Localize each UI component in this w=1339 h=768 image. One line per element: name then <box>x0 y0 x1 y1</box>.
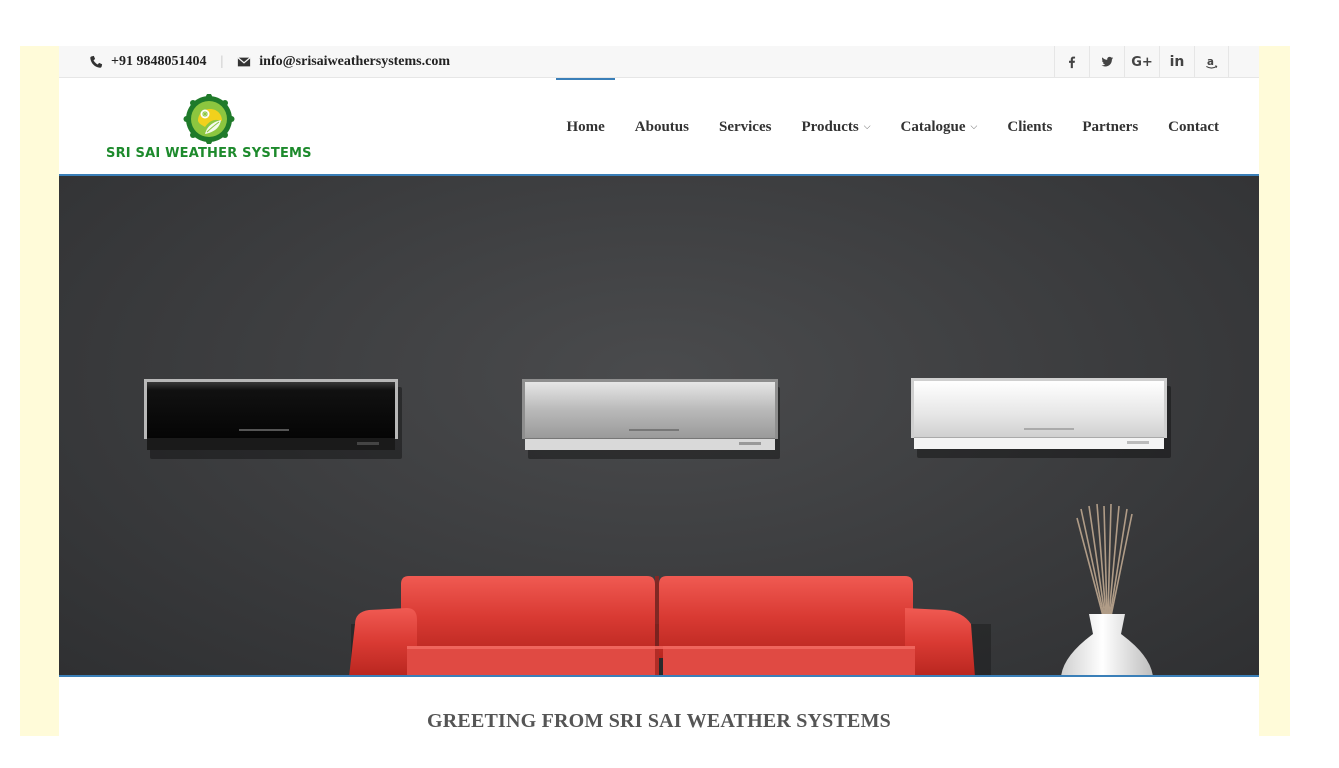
hero-illustration <box>144 378 1171 675</box>
twitter-icon[interactable] <box>1089 46 1124 78</box>
greeting-heading: GREETING FROM SRI SAI WEATHER SYSTEMS <box>427 710 891 732</box>
linkedin-icon[interactable]: in <box>1159 46 1194 78</box>
red-sofa <box>349 576 991 675</box>
black-ac-unit <box>144 379 402 459</box>
site-header: SRI SAI WEATHER SYSTEMS Home Aboutus Ser… <box>59 78 1259 176</box>
nav-label: Partners <box>1082 118 1139 135</box>
nav-item-partners[interactable]: Partners <box>1082 78 1138 176</box>
phone-number[interactable]: +91 9848051404 <box>111 54 206 70</box>
nav-label: Home <box>566 118 605 135</box>
nav-label: Contact <box>1168 118 1219 135</box>
chevron-down-icon: ⌵ <box>863 122 871 132</box>
hero-banner <box>59 176 1259 677</box>
svg-text:a: a <box>1207 55 1214 67</box>
brand-name: SRI SAI WEATHER SYSTEMS <box>106 146 312 161</box>
social-links: G+ in a <box>1054 46 1229 78</box>
nav-item-clients[interactable]: Clients <box>1007 78 1052 176</box>
phone-icon <box>90 55 103 68</box>
nav-item-services[interactable]: Services <box>719 78 771 176</box>
nav-label: Catalogue <box>900 118 966 135</box>
divider: | <box>220 54 224 69</box>
nav-label: Products <box>801 118 859 135</box>
nav-item-contact[interactable]: Contact <box>1168 78 1219 176</box>
nav-label: Clients <box>1007 118 1053 135</box>
google-plus-icon[interactable]: G+ <box>1124 46 1159 78</box>
main-navigation: Home Aboutus Services Products ⌵ Catalog… <box>536 78 1219 176</box>
top-bar: +91 9848051404 | info@srisaiweathersyste… <box>59 46 1259 78</box>
contact-info: +91 9848051404 | info@srisaiweathersyste… <box>89 46 450 78</box>
nav-item-aboutus[interactable]: Aboutus <box>635 78 689 176</box>
nav-item-products[interactable]: Products ⌵ <box>801 78 870 176</box>
leaf-sun-logo-icon <box>183 94 235 144</box>
white-vase <box>1061 503 1153 675</box>
nav-item-home[interactable]: Home <box>556 78 616 176</box>
envelope-icon <box>237 57 251 67</box>
facebook-icon[interactable] <box>1054 46 1089 78</box>
silver-ac-unit <box>522 379 780 459</box>
nav-label: Services <box>718 118 772 135</box>
chevron-down-icon: ⌵ <box>970 122 978 132</box>
nav-item-catalogue[interactable]: Catalogue ⌵ <box>901 78 978 176</box>
white-ac-unit <box>911 378 1171 458</box>
nav-label: Aboutus <box>634 118 689 135</box>
page-container: +91 9848051404 | info@srisaiweathersyste… <box>59 46 1259 736</box>
site-logo[interactable]: SRI SAI WEATHER SYSTEMS <box>106 92 316 164</box>
email-address[interactable]: info@srisaiweathersystems.com <box>259 54 450 70</box>
amazon-icon[interactable]: a <box>1194 46 1229 78</box>
